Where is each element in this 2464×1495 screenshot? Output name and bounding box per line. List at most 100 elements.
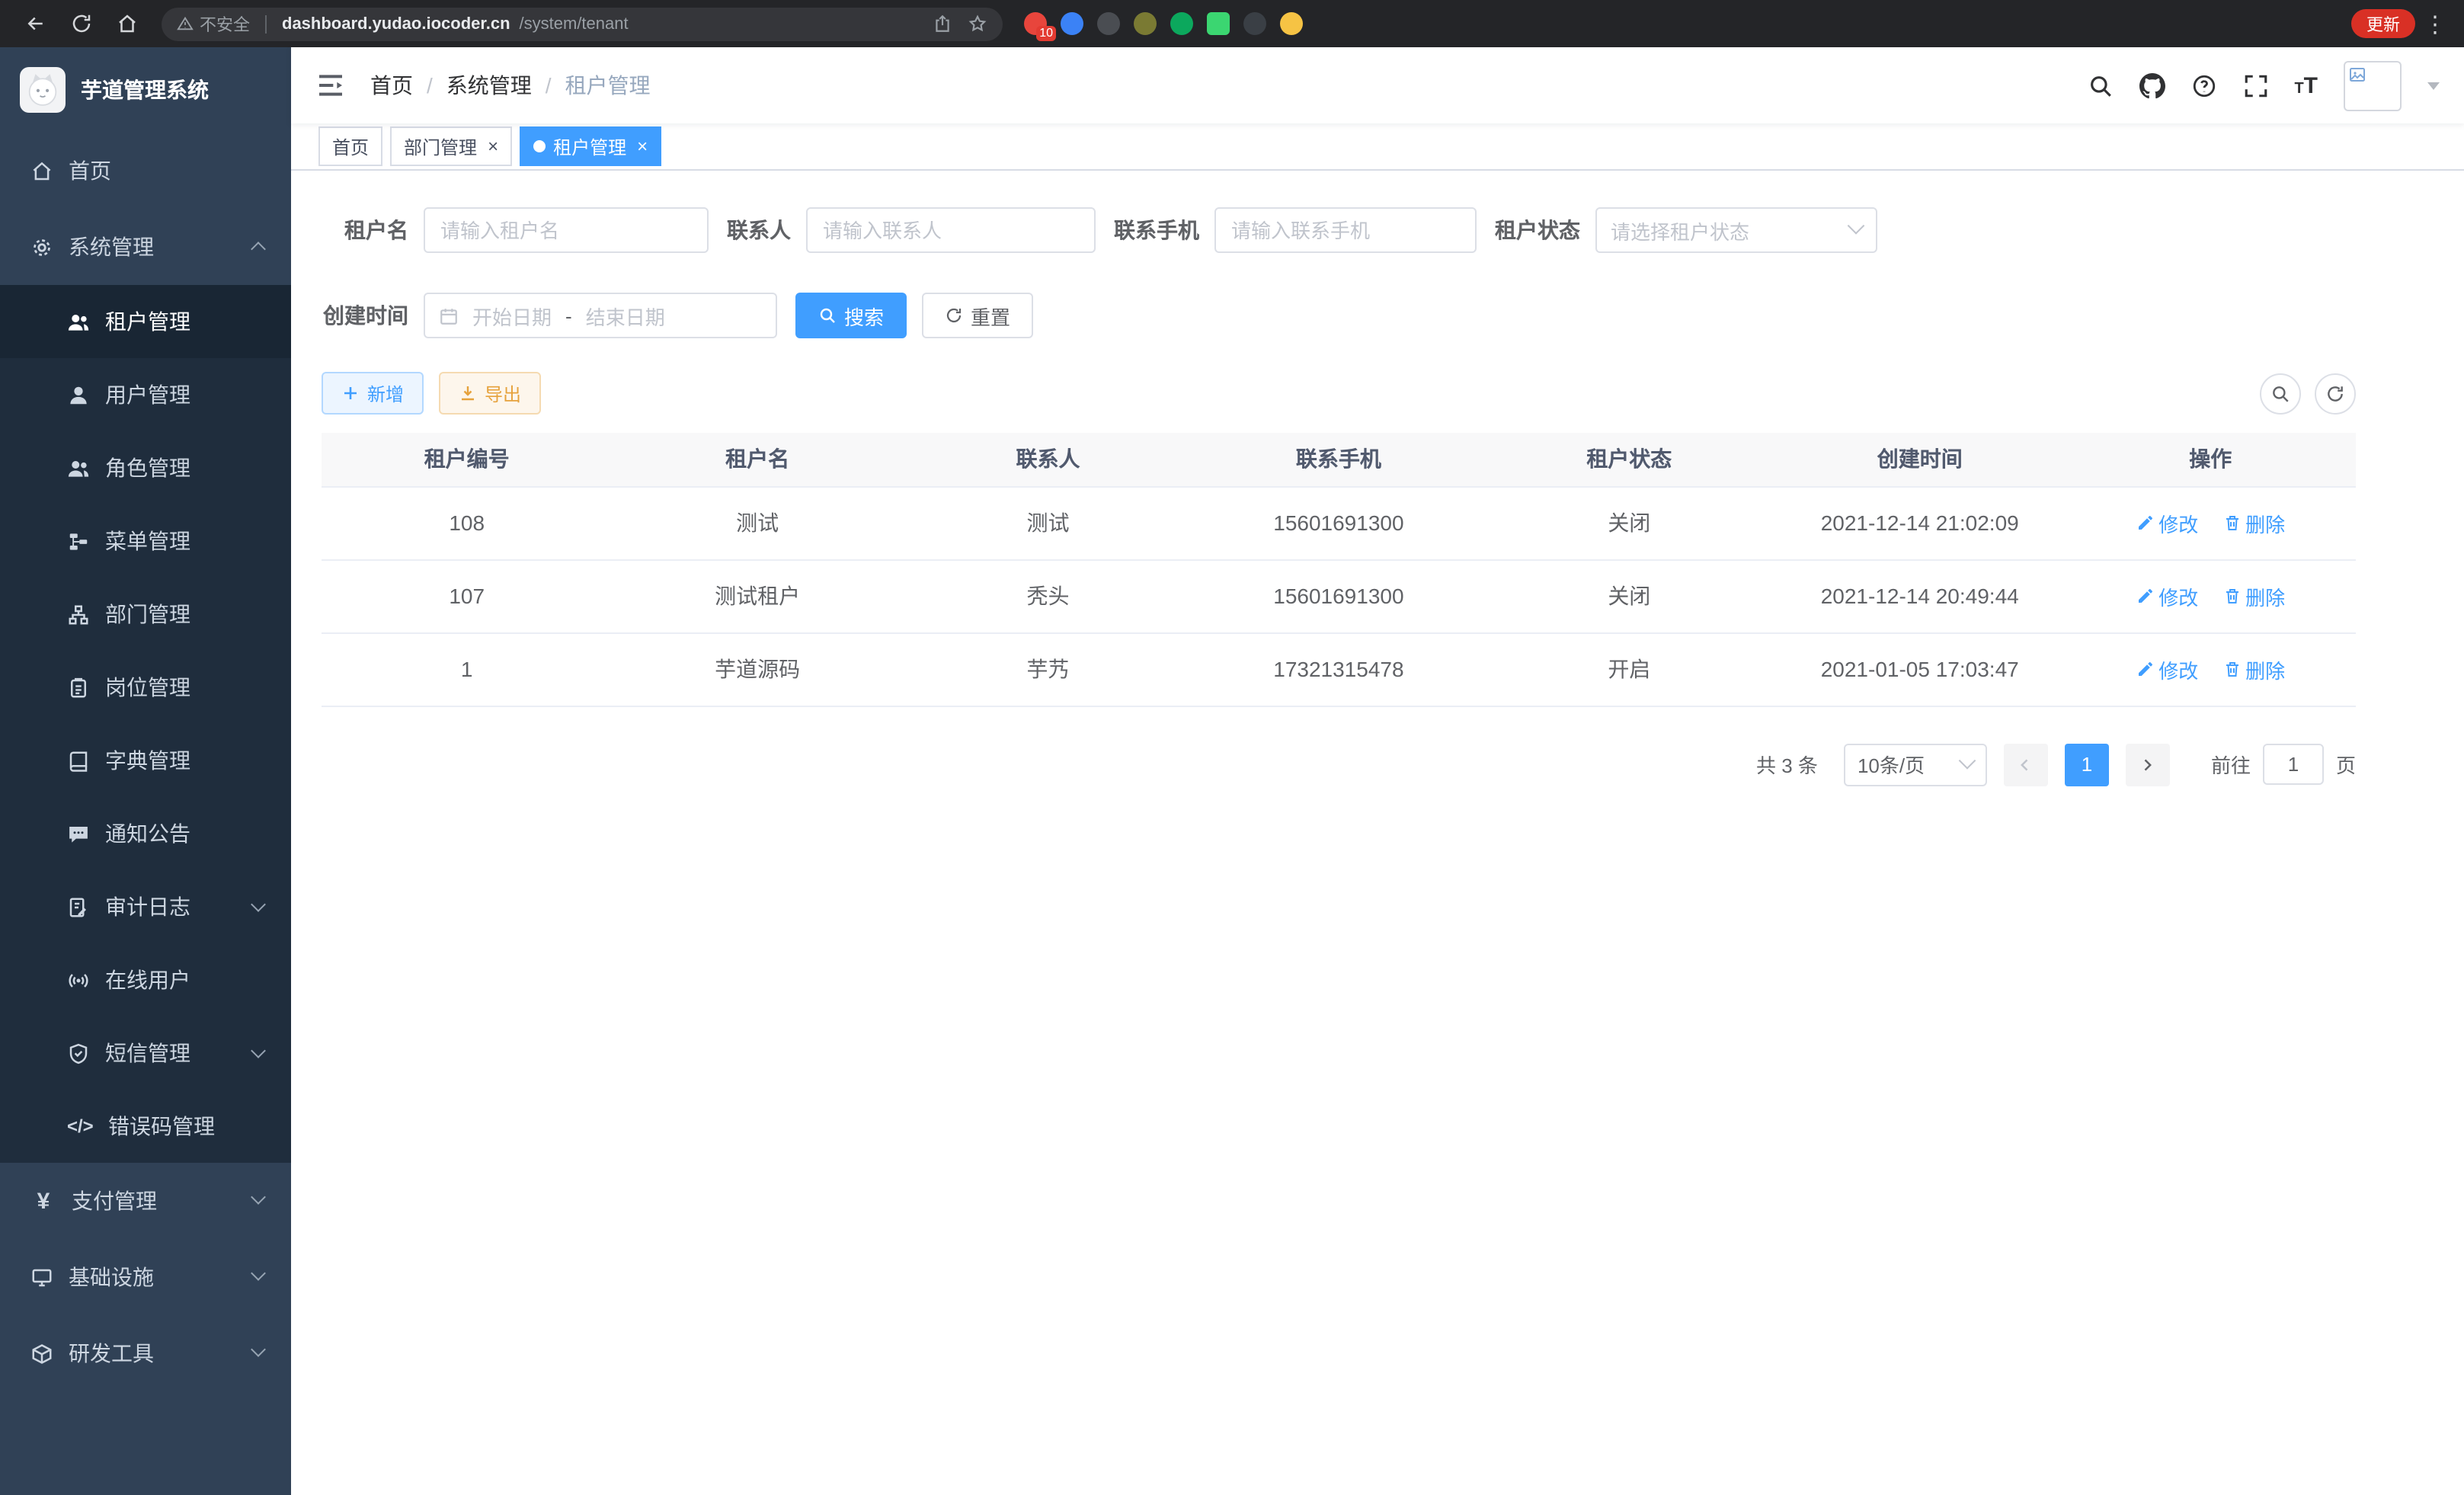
extension-icon[interactable]: [1134, 12, 1157, 35]
breadcrumb: 首页 / 系统管理 / 租户管理: [370, 70, 651, 101]
navbar: 首页 / 系统管理 / 租户管理 TT: [291, 47, 2464, 123]
sidebar-item-dev-tools[interactable]: 研发工具: [0, 1315, 291, 1391]
fullscreen-icon[interactable]: [2242, 72, 2268, 98]
hamburger-icon[interactable]: [315, 70, 346, 101]
col-status: 租户状态: [1484, 433, 1774, 486]
goto-label: 前往: [2211, 750, 2251, 779]
tenant-table: 租户编号 租户名 联系人 联系手机 租户状态 创建时间 操作 1: [322, 433, 2356, 706]
status-label: 租户状态: [1495, 215, 1580, 245]
github-icon[interactable]: [2139, 72, 2165, 98]
status-value: 关闭: [1484, 559, 1774, 632]
sidebar-item-menu[interactable]: 菜单管理: [0, 504, 291, 578]
chevron-down-icon: [1959, 751, 1976, 769]
sidebar-item-role[interactable]: 角色管理: [0, 431, 291, 504]
logo[interactable]: 芋道管理系统: [0, 47, 291, 133]
sidebar-item-error-code[interactable]: </> 错误码管理: [0, 1090, 291, 1163]
breadcrumb-system[interactable]: 系统管理: [446, 70, 532, 101]
close-icon[interactable]: ×: [488, 137, 498, 155]
search-icon[interactable]: [2087, 72, 2113, 98]
edit-button[interactable]: 修改: [2136, 508, 2198, 537]
sidebar-item-payment[interactable]: ¥ 支付管理: [0, 1163, 291, 1239]
security-label: 不安全: [200, 11, 250, 36]
security-warning[interactable]: 不安全: [177, 11, 250, 36]
profile-avatar-icon[interactable]: [1280, 12, 1303, 35]
reload-icon[interactable]: [61, 4, 101, 43]
address-bar[interactable]: 不安全 dashboard.yudao.iocoder.cn/system/te…: [162, 7, 1003, 40]
sidebar-item-home[interactable]: 首页: [0, 133, 291, 209]
box-icon: [30, 1342, 53, 1365]
add-button[interactable]: 新增: [322, 372, 424, 415]
sidebar-item-notice[interactable]: 通知公告: [0, 797, 291, 870]
back-icon[interactable]: [15, 4, 55, 43]
status-value: 关闭: [1484, 486, 1774, 559]
url-domain: dashboard.yudao.iocoder.cn: [282, 14, 510, 33]
tab-home[interactable]: 首页: [318, 126, 382, 166]
export-button[interactable]: 导出: [439, 372, 541, 415]
sidebar-item-sms[interactable]: 短信管理: [0, 1016, 291, 1090]
tab-dept[interactable]: 部门管理×: [390, 126, 512, 166]
sidebar-item-user[interactable]: 用户管理: [0, 358, 291, 431]
sidebar-item-dict[interactable]: 字典管理: [0, 724, 291, 797]
extension-icon[interactable]: [1170, 12, 1193, 35]
extension-icon[interactable]: [1097, 12, 1120, 35]
extension-icon[interactable]: [1243, 12, 1266, 35]
caret-down-icon[interactable]: [2427, 82, 2440, 89]
avatar[interactable]: [2344, 60, 2402, 110]
app-title: 芋道管理系统: [81, 75, 209, 105]
tenant-name-input[interactable]: [424, 207, 709, 253]
chevron-down-icon: [251, 1189, 266, 1205]
chrome-update-button[interactable]: 更新: [2351, 9, 2415, 38]
close-icon[interactable]: ×: [637, 137, 648, 155]
share-icon[interactable]: [933, 14, 952, 34]
tenant-name-label: 租户名: [322, 215, 408, 245]
phone-input[interactable]: [1214, 207, 1477, 253]
delete-button[interactable]: 删除: [2222, 508, 2285, 537]
date-range-picker[interactable]: 开始日期 - 结束日期: [424, 293, 777, 338]
edit-button[interactable]: 修改: [2136, 581, 2198, 610]
message-icon: [67, 822, 90, 845]
search-button[interactable]: 搜索: [795, 293, 907, 338]
menu-tree-icon: [67, 530, 90, 552]
sidebar-item-infrastructure[interactable]: 基础设施: [0, 1239, 291, 1315]
sidebar: 芋道管理系统 首页 系统管理 租户管理 用户管理: [0, 47, 291, 1495]
reset-button[interactable]: 重置: [922, 293, 1033, 338]
next-page-button[interactable]: [2126, 743, 2170, 786]
help-icon[interactable]: [2190, 72, 2216, 98]
refresh-table-button[interactable]: [2315, 373, 2356, 414]
delete-button[interactable]: 删除: [2222, 655, 2285, 683]
tab-tenant[interactable]: 租户管理×: [520, 126, 661, 166]
contact-input[interactable]: [806, 207, 1096, 253]
edit-button[interactable]: 修改: [2136, 655, 2198, 683]
extension-icon[interactable]: [1061, 12, 1083, 35]
sidebar-item-dept[interactable]: 部门管理: [0, 578, 291, 651]
font-size-icon[interactable]: TT: [2294, 72, 2318, 98]
divider: [265, 14, 267, 33]
edit-pencil-icon: [2136, 660, 2154, 678]
goto-page-input[interactable]: [2263, 744, 2324, 785]
status-select[interactable]: 请选择租户状态: [1595, 207, 1877, 253]
bookmark-star-icon[interactable]: [968, 14, 987, 34]
home-browser-icon[interactable]: [107, 4, 146, 43]
extension-icon[interactable]: [1207, 12, 1230, 35]
breadcrumb-home[interactable]: 首页: [370, 70, 413, 101]
search-icon: [818, 306, 837, 325]
sidebar-item-online-users[interactable]: 在线用户: [0, 943, 291, 1016]
col-actions: 操作: [2065, 433, 2356, 486]
signal-icon: [67, 968, 90, 991]
download-icon: [459, 384, 477, 402]
browser-menu-icon[interactable]: ⋮: [2421, 10, 2449, 37]
toggle-search-button[interactable]: [2260, 373, 2301, 414]
sidebar-item-tenant[interactable]: 租户管理: [0, 285, 291, 358]
sidebar-item-audit-log[interactable]: 审计日志: [0, 870, 291, 943]
sidebar-item-system[interactable]: 系统管理: [0, 209, 291, 285]
system-submenu: 租户管理 用户管理 角色管理 菜单管理 部门管理: [0, 285, 291, 1163]
delete-button[interactable]: 删除: [2222, 581, 2285, 610]
extension-icon[interactable]: 10: [1024, 12, 1047, 35]
screen: 不安全 dashboard.yudao.iocoder.cn/system/te…: [0, 0, 2464, 1495]
prev-page-button[interactable]: [2004, 743, 2048, 786]
chevron-up-icon: [251, 242, 266, 257]
badge-icon: [67, 676, 90, 699]
page-number-button[interactable]: 1: [2065, 743, 2109, 786]
page-size-select[interactable]: 10条/页: [1844, 743, 1987, 786]
sidebar-item-post[interactable]: 岗位管理: [0, 651, 291, 724]
